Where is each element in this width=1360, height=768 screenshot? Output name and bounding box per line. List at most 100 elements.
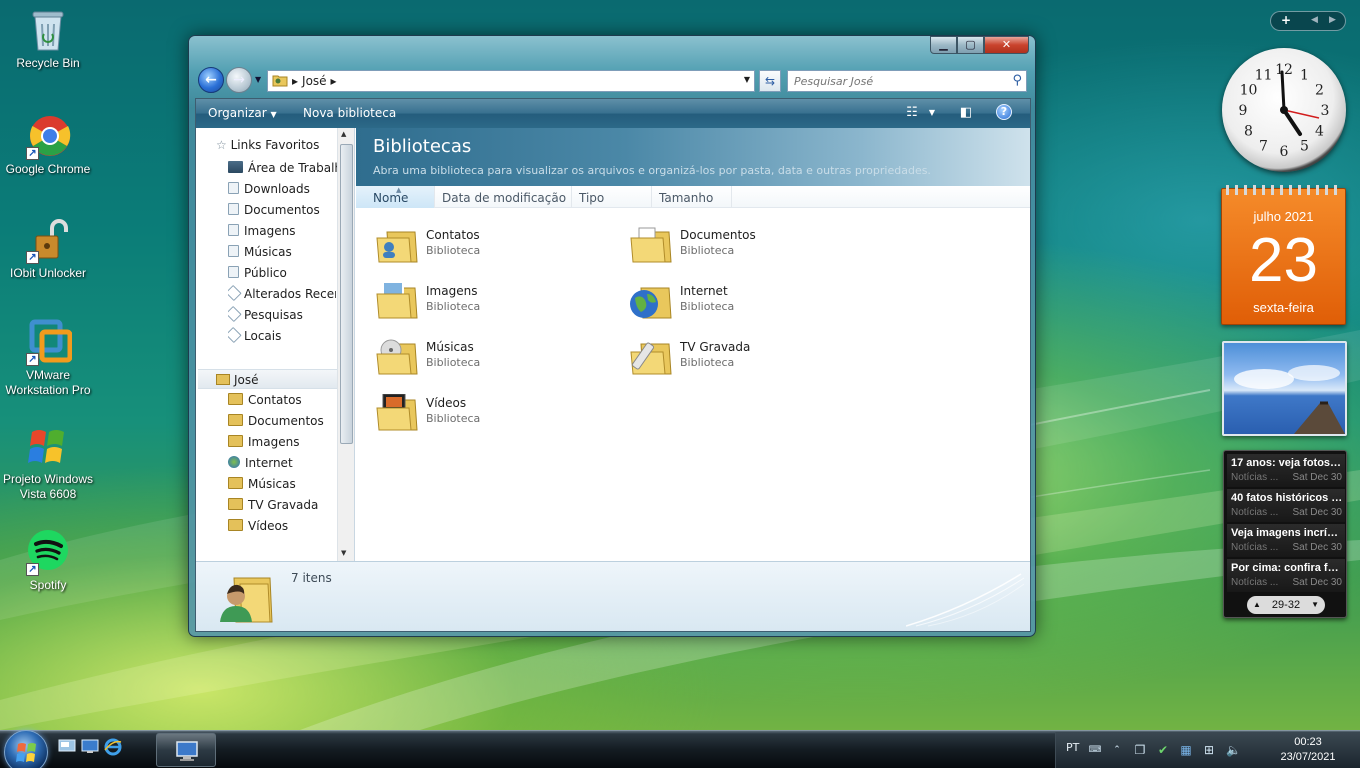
scroll-up-arrow[interactable]: ▲ (341, 130, 346, 138)
navigation-scrollbar[interactable]: ▲ ▼ (337, 128, 354, 561)
news-item[interactable]: Veja imagens incríve... Notícias ... Sat… (1227, 524, 1345, 557)
preview-pane-button[interactable]: ◧ (956, 104, 976, 122)
forward-button[interactable]: → (226, 67, 252, 93)
desktop-icon-spotify[interactable]: ↗ Spotify (2, 528, 94, 593)
tag-icon (228, 305, 242, 323)
desktop-icon-google-chrome[interactable]: ↗ Google Chrome (2, 112, 94, 177)
explorer-body: Organizar ▼ Nova biblioteca ☷ ▼ ◧ ? ☆ Li… (195, 98, 1031, 632)
volume-icon[interactable]: 🔈 (1226, 743, 1241, 757)
language-indicator[interactable]: PT (1066, 741, 1079, 754)
show-hidden-icons-chevron-icon[interactable]: ⌃ (1110, 743, 1124, 757)
calendar-gadget[interactable]: julho 2021 23 sexta-feira (1221, 185, 1346, 325)
library-item-documents[interactable]: Documentos Biblioteca (629, 222, 869, 268)
column-header-type[interactable]: Tipo (572, 186, 652, 208)
slideshow-gadget[interactable] (1222, 341, 1347, 436)
windows-switch-icon[interactable]: ❐ (1133, 743, 1147, 757)
news-item[interactable]: Por cima: confira fot... Notícias ... Sa… (1227, 559, 1345, 592)
start-button[interactable] (4, 730, 48, 768)
desktop-icon-vmware[interactable]: ↗ VMware Workstation Pro (2, 318, 94, 398)
refresh-button[interactable]: ⇆ (759, 70, 781, 92)
nav-item-recently-changed[interactable]: Alterados Recentemente (228, 284, 336, 304)
internet-explorer-quicklaunch[interactable] (104, 738, 122, 756)
news-previous-button[interactable]: ▲ (1253, 596, 1261, 614)
taskbar-clock[interactable]: 00:23 23/07/2021 (1258, 735, 1358, 765)
library-item-internet[interactable]: Internet Biblioteca (629, 278, 869, 324)
search-input[interactable] (788, 71, 998, 91)
library-item-videos[interactable]: Vídeos Biblioteca (375, 390, 615, 436)
switch-windows-quicklaunch[interactable] (81, 738, 99, 754)
news-next-button[interactable]: ▼ (1311, 596, 1319, 614)
show-desktop-quicklaunch[interactable] (58, 738, 76, 754)
help-button[interactable]: ? (996, 104, 1016, 122)
column-header-size[interactable]: Tamanho (652, 186, 732, 208)
nav-item-user-recorded-tv[interactable]: TV Gravada (228, 495, 318, 515)
library-item-music[interactable]: Músicas Biblioteca (375, 334, 615, 380)
nav-item-documents[interactable]: Documentos (228, 200, 320, 220)
show-desktop-icon (58, 739, 76, 752)
views-dropdown[interactable]: ▼ (922, 104, 942, 122)
sidebar-previous-button[interactable]: ◀ (1311, 15, 1318, 25)
explorer-window[interactable]: ▁ ▢ ✕ ← → ▼ ▸ José ▸ ▼ ⇆ ⚲ Organizar ▼ N… (188, 35, 1036, 637)
maximize-button[interactable]: ▢ (957, 36, 984, 54)
library-item-recorded-tv[interactable]: TV Gravada Biblioteca (629, 334, 869, 380)
folder-icon (228, 245, 239, 257)
nav-item-user-music[interactable]: Músicas (228, 474, 296, 494)
breadcrumb-user[interactable]: José (302, 74, 327, 88)
recent-pages-dropdown[interactable]: ▼ (255, 75, 261, 84)
library-type: Biblioteca (426, 356, 481, 369)
news-item[interactable]: 40 fatos históricos e... Notícias ... Sa… (1227, 489, 1345, 522)
minimize-button[interactable]: ▁ (930, 36, 957, 54)
nav-item-user-internet[interactable]: Internet (228, 453, 293, 473)
nav-item-pictures[interactable]: Imagens (228, 221, 295, 241)
nav-item-user-videos[interactable]: Vídeos (228, 516, 288, 536)
user-folder-icon (216, 374, 230, 385)
back-button[interactable]: ← (198, 67, 224, 93)
column-header-date-modified[interactable]: Data de modificação (435, 186, 572, 208)
nav-item-user-documents[interactable]: Documentos (228, 411, 324, 431)
address-dropdown-icon[interactable]: ▼ (744, 75, 750, 84)
desktop-icon-iobit-unlocker[interactable]: ↗ IObit Unlocker (2, 216, 94, 281)
organize-button[interactable]: Organizar ▼ (208, 106, 277, 120)
nav-item-user-contacts[interactable]: Contatos (228, 390, 302, 410)
favorites-header[interactable]: ☆ Links Favoritos (216, 138, 319, 152)
scrollbar-thumb[interactable] (340, 144, 353, 444)
address-bar[interactable]: ▸ José ▸ ▼ (267, 70, 755, 92)
clock-time: 00:23 (1294, 736, 1322, 748)
search-icon[interactable]: ⚲ (1012, 73, 1022, 88)
library-item-pictures[interactable]: Imagens Biblioteca (375, 278, 615, 324)
search-box[interactable]: ⚲ (787, 70, 1027, 92)
desktop-icon-label: Recycle Bin (16, 56, 80, 70)
sidebar-next-button[interactable]: ▶ (1329, 15, 1336, 25)
nav-section-user[interactable]: José (198, 369, 338, 389)
nav-item-places[interactable]: Locais (228, 326, 281, 346)
folder-icon (228, 224, 239, 236)
views-button[interactable]: ☷ (902, 104, 922, 122)
nav-item-desktop[interactable]: Área de Trabalho (228, 158, 349, 178)
desktop-icon-recycle-bin[interactable]: Recycle Bin (2, 6, 94, 71)
scroll-down-arrow[interactable]: ▼ (341, 549, 346, 557)
nav-item-user-pictures[interactable]: Imagens (228, 432, 299, 452)
taskbar-explorer-window[interactable] (156, 733, 216, 767)
column-header-name[interactable]: ▲ Nome (356, 186, 435, 208)
nav-item-searches[interactable]: Pesquisas (228, 305, 303, 325)
close-button[interactable]: ✕ (984, 36, 1029, 54)
nav-item-public[interactable]: Público (228, 263, 287, 283)
library-item-contacts[interactable]: Contatos Biblioteca (375, 222, 615, 268)
nav-item-downloads[interactable]: Downloads (228, 179, 310, 199)
shortcut-arrow-icon: ↗ (26, 353, 39, 366)
network-icon[interactable]: ⊞ (1202, 743, 1216, 757)
breadcrumb-separator-icon[interactable]: ▸ (331, 74, 337, 88)
windows-update-icon[interactable]: ▦ (1179, 743, 1193, 757)
add-gadget-button[interactable]: + (1281, 13, 1291, 27)
desktop-icon-projeto-windows-vista[interactable]: Projeto Windows Vista 6608 (2, 422, 94, 502)
nav-item-music[interactable]: Músicas (228, 242, 292, 262)
music-library-icon (376, 339, 418, 375)
clock-gadget[interactable]: 12 1 2 3 4 5 6 7 8 9 10 11 (1222, 48, 1346, 172)
news-item[interactable]: 17 anos: veja fotos d... Notícias ... Sa… (1227, 454, 1345, 487)
new-library-button[interactable]: Nova biblioteca (303, 106, 396, 120)
security-check-icon[interactable]: ✔ (1156, 743, 1170, 757)
organize-label: Organizar (208, 106, 267, 120)
keyboard-icon[interactable]: ⌨ (1088, 743, 1102, 757)
page-title: Bibliotecas (373, 136, 472, 157)
globe-icon (228, 456, 240, 468)
